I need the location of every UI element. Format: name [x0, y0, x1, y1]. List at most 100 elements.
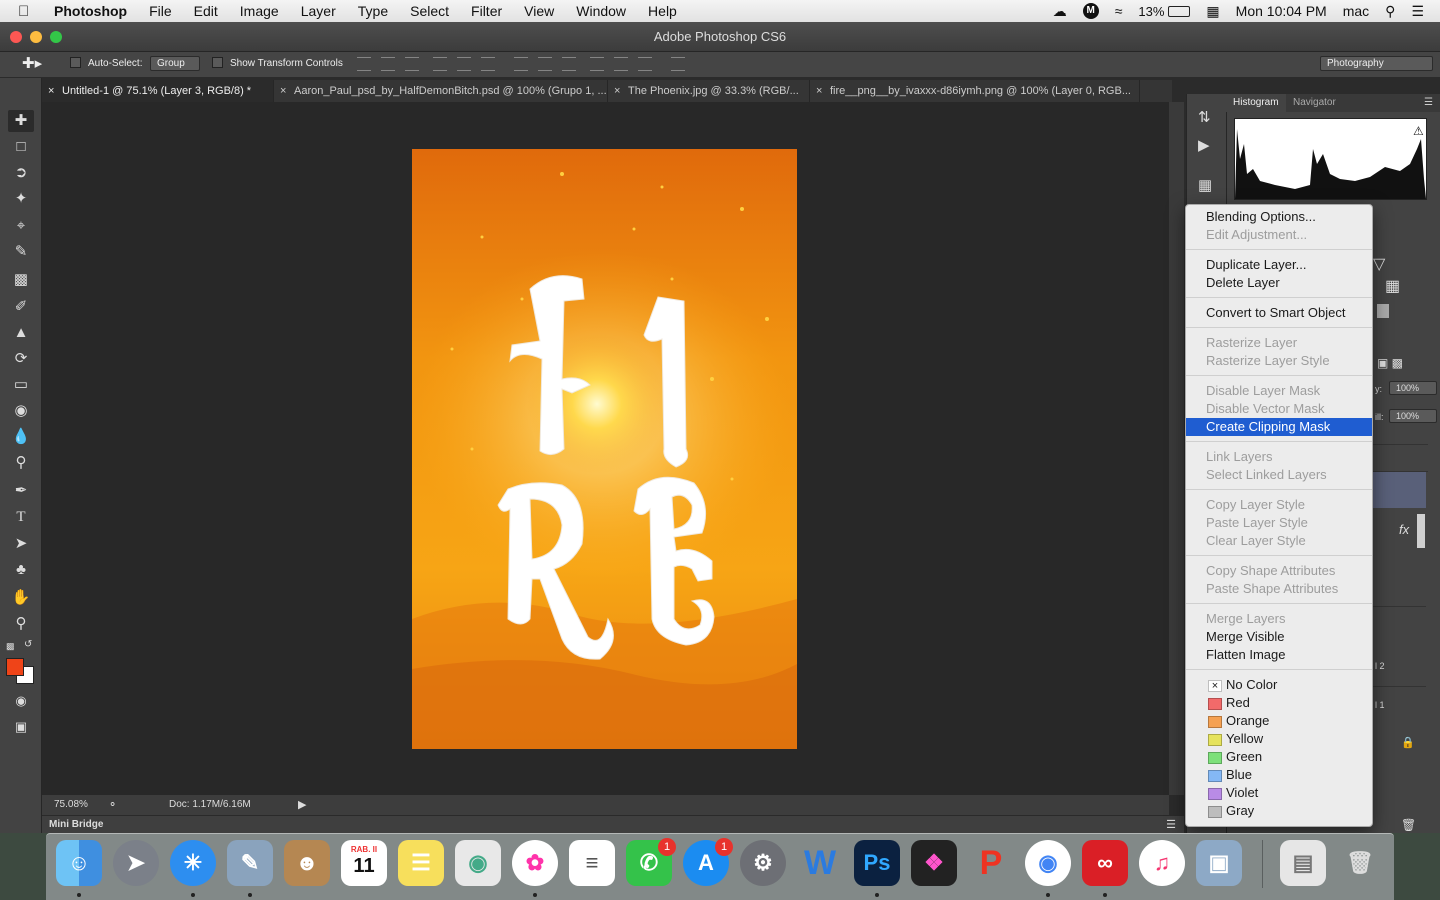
menu-filter[interactable]: Filter: [471, 3, 502, 19]
distribute-vcenter-icon[interactable]: [538, 57, 552, 71]
wifi-icon[interactable]: ≈: [1115, 3, 1123, 19]
menu-color-violet[interactable]: Violet: [1186, 784, 1372, 802]
calendar-icon[interactable]: ▦: [1206, 3, 1219, 20]
align-right-icon[interactable]: [481, 57, 495, 71]
menu-merge-layers[interactable]: Merge Layers: [1186, 610, 1372, 628]
menu-app-name[interactable]: Photoshop: [54, 3, 127, 19]
close-tab-icon[interactable]: ×: [48, 80, 54, 102]
layer-fx-icon[interactable]: fx: [1399, 522, 1409, 537]
menu-link-layers[interactable]: Link Layers: [1186, 448, 1372, 466]
notification-center-icon[interactable]: ☰: [1411, 3, 1424, 20]
downloads-stack-icon[interactable]: ▤: [1280, 840, 1326, 886]
minimize-window-button[interactable]: [30, 31, 42, 43]
type-tool-icon[interactable]: T: [8, 506, 34, 528]
reminders-icon[interactable]: ≡: [569, 840, 615, 886]
crop-tool-icon[interactable]: ⌖: [8, 215, 34, 237]
tab-the-phoenix[interactable]: × The Phoenix.jpg @ 33.3% (RGB/...: [608, 80, 810, 102]
notes-icon[interactable]: ☰: [398, 840, 444, 886]
brush-tool-icon[interactable]: ✐: [8, 296, 34, 318]
lasso-tool-icon[interactable]: ➲: [8, 162, 34, 184]
panel-menu-icon[interactable]: ☰: [1166, 818, 1176, 831]
tab-fire-png[interactable]: × fire__png__by_ivaxxx-d86iymh.png @ 100%…: [810, 80, 1140, 102]
hand-tool-icon[interactable]: ✋: [8, 587, 34, 609]
magic-wand-tool-icon[interactable]: ✦: [8, 188, 34, 210]
opacity-field[interactable]: 100%: [1389, 381, 1437, 395]
zoom-level[interactable]: 75.08%: [54, 799, 88, 810]
clone-stamp-tool-icon[interactable]: ▲: [8, 322, 34, 344]
itunes-icon[interactable]: ♫: [1139, 840, 1185, 886]
final-cut-icon[interactable]: ❖: [911, 840, 957, 886]
auto-select-dropdown[interactable]: Group: [150, 56, 200, 71]
align-hcenter-icon[interactable]: [457, 57, 471, 71]
close-tab-icon[interactable]: ×: [816, 80, 822, 102]
marquee-tool-icon[interactable]: □: [8, 136, 34, 158]
align-left-icon[interactable]: [433, 57, 447, 71]
menu-select[interactable]: Select: [410, 3, 449, 19]
document-canvas[interactable]: [412, 149, 797, 749]
close-tab-icon[interactable]: ×: [280, 80, 286, 102]
default-colors-icon[interactable]: ▩: [6, 641, 15, 652]
tab-histogram[interactable]: Histogram: [1226, 94, 1286, 112]
chrome-icon[interactable]: ◉: [1025, 840, 1071, 886]
workspace-dropdown[interactable]: Photography: [1320, 56, 1433, 71]
spotlight-search-icon[interactable]: ⚲: [1385, 3, 1395, 20]
menu-color-yellow[interactable]: Yellow: [1186, 730, 1372, 748]
show-transform-checkbox[interactable]: [212, 57, 228, 68]
menu-duplicate-layer[interactable]: Duplicate Layer...: [1186, 256, 1372, 274]
safari-icon[interactable]: ✳: [170, 840, 216, 886]
align-top-icon[interactable]: [357, 57, 371, 71]
finder-icon[interactable]: ☺: [56, 840, 102, 886]
menu-copy-layer-style[interactable]: Copy Layer Style: [1186, 496, 1372, 514]
apple-icon[interactable]: : [18, 3, 38, 20]
zoom-window-button[interactable]: [50, 31, 62, 43]
battery-percent[interactable]: 13%: [1138, 4, 1164, 19]
menu-type[interactable]: Type: [358, 3, 388, 19]
mini-bridge-label[interactable]: Mini Bridge: [49, 819, 103, 830]
distribute-left-icon[interactable]: [590, 57, 604, 71]
menu-color-red[interactable]: Red: [1186, 694, 1372, 712]
menu-view[interactable]: View: [524, 3, 554, 19]
creative-cloud-icon[interactable]: ∞: [1082, 840, 1128, 886]
launchpad-icon[interactable]: ➤: [113, 840, 159, 886]
move-tool-icon[interactable]: ✚: [8, 110, 34, 132]
photoshop-icon[interactable]: Ps: [854, 840, 900, 886]
trash-icon[interactable]: 🗑: [1337, 840, 1383, 886]
calendar-icon[interactable]: RAB. II 11: [341, 840, 387, 886]
adjustments-grid-icon[interactable]: ▦: [1385, 276, 1400, 296]
tab-untitled-1[interactable]: × Untitled-1 @ 75.1% (Layer 3, RGB/8) *: [42, 80, 274, 102]
menu-user[interactable]: mac: [1343, 3, 1369, 19]
healing-brush-tool-icon[interactable]: ▩: [8, 269, 34, 291]
menu-disable-layer-mask[interactable]: Disable Layer Mask: [1186, 382, 1372, 400]
menu-blending-options[interactable]: Blending Options...: [1186, 208, 1372, 226]
quick-mask-icon[interactable]: ◉: [8, 690, 34, 712]
menu-delete-layer[interactable]: Delete Layer: [1186, 274, 1372, 292]
wps-presentation-icon[interactable]: P: [968, 840, 1014, 886]
status-menu-arrow-icon[interactable]: ▶: [298, 798, 306, 811]
delete-layer-icon[interactable]: 🗑: [1401, 818, 1416, 832]
pen-tool-icon[interactable]: ✒: [8, 480, 34, 502]
layer-name-2[interactable]: l 2: [1375, 661, 1385, 671]
path-selection-tool-icon[interactable]: ➤: [8, 533, 34, 555]
layer-row[interactable]: [1373, 444, 1428, 472]
menu-paste-layer-style[interactable]: Paste Layer Style: [1186, 514, 1372, 532]
adjustments-curve-icon[interactable]: ▽: [1373, 254, 1385, 274]
screen-mode-icon[interactable]: ▣: [8, 716, 34, 738]
photos-icon[interactable]: ✿: [512, 840, 558, 886]
distribute-top-icon[interactable]: [514, 57, 528, 71]
fill-field[interactable]: 100%: [1389, 409, 1437, 423]
status-share-icon[interactable]: ⚬: [108, 798, 117, 811]
menu-image[interactable]: Image: [240, 3, 279, 19]
vertical-scrollbar[interactable]: [1169, 102, 1184, 795]
menu-window[interactable]: Window: [576, 3, 626, 19]
menu-merge-visible[interactable]: Merge Visible: [1186, 628, 1372, 646]
blur-tool-icon[interactable]: 💧: [8, 426, 34, 448]
menu-rasterize-layer[interactable]: Rasterize Layer: [1186, 334, 1372, 352]
menu-color-green[interactable]: Green: [1186, 748, 1372, 766]
menu-rasterize-layer-style[interactable]: Rasterize Layer Style: [1186, 352, 1372, 370]
menu-convert-smart-object[interactable]: Convert to Smart Object: [1186, 304, 1372, 322]
history-brush-tool-icon[interactable]: ⟳: [8, 348, 34, 370]
creative-cloud-icon[interactable]: ☁: [1053, 3, 1067, 20]
history-panel-icon[interactable]: ⇅: [1198, 108, 1211, 126]
menu-color-orange[interactable]: Orange: [1186, 712, 1372, 730]
align-bottom-icon[interactable]: [405, 57, 419, 71]
